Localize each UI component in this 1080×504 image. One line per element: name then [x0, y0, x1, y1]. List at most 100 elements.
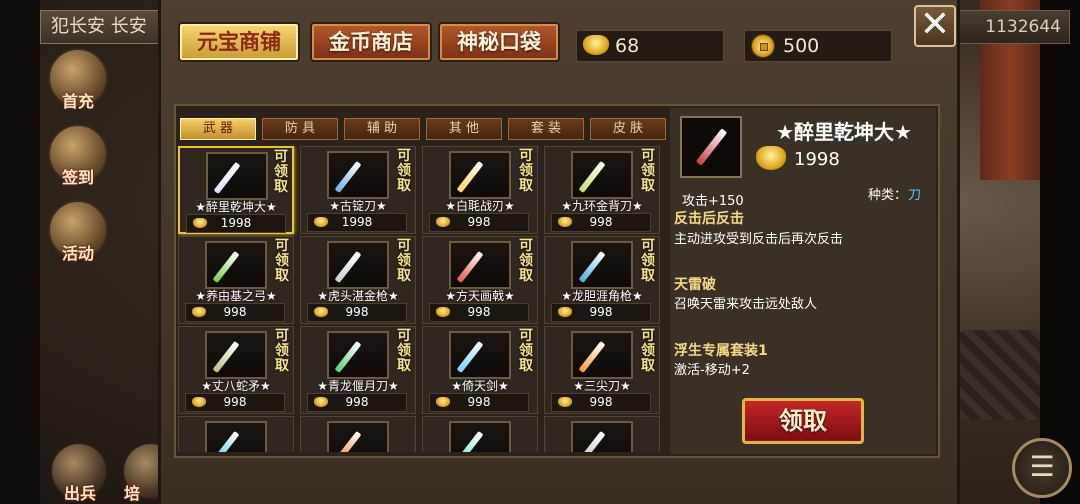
- weapon-icon: [456, 430, 484, 452]
- weapon-icon: [456, 250, 484, 284]
- item-card[interactable]: [544, 416, 660, 452]
- item-card[interactable]: 可领取 ★丈八蛇矛★ 998: [178, 326, 294, 414]
- weapon-icon: [212, 430, 240, 452]
- item-card[interactable]: 可领取 ★龙胆涯角枪★ 998: [544, 236, 660, 324]
- item-icon: [449, 421, 511, 452]
- subtab-skins[interactable]: 皮 肤: [590, 118, 666, 140]
- claim-button[interactable]: 领取: [742, 398, 864, 444]
- item-price: 998: [551, 213, 651, 232]
- item-name: ★醉里乾坤大★: [195, 200, 277, 214]
- item-card[interactable]: 可领取 ★白毦战刃★ 998: [422, 146, 538, 234]
- item-icon: [449, 241, 511, 289]
- item-price: 998: [429, 303, 529, 322]
- item-price-value: 998: [589, 305, 613, 319]
- item-icon: [205, 421, 267, 452]
- gold-ingot-icon: [436, 217, 450, 227]
- item-card[interactable]: 可领取 ★养由基之弓★ 998: [178, 236, 294, 324]
- item-price-value: 998: [223, 305, 247, 319]
- currency-display: 1132644: [950, 10, 1070, 44]
- item-price: 998: [307, 393, 407, 412]
- detail-type-value: 刀: [908, 188, 922, 203]
- gold-coin-icon: [751, 34, 775, 58]
- weapon-icon: [456, 340, 484, 374]
- background-crates: [960, 330, 1040, 420]
- item-icon: [327, 421, 389, 452]
- gold-ingot-icon: [436, 307, 450, 317]
- item-price: 998: [307, 303, 407, 322]
- item-card[interactable]: [422, 416, 538, 452]
- item-price-value: 998: [467, 305, 491, 319]
- detail-attack-stat: 攻击+150: [682, 194, 744, 209]
- gold-ingot-icon: [314, 397, 328, 407]
- item-price-value: 1998: [341, 215, 373, 229]
- right-edge: [1040, 0, 1080, 504]
- item-card[interactable]: 可领取 ★三尖刀★ 998: [544, 326, 660, 414]
- gold-ingot-icon: [314, 307, 328, 317]
- item-price: 1998: [186, 214, 286, 233]
- item-icon: [571, 331, 633, 379]
- close-icon[interactable]: ✕: [914, 5, 956, 47]
- list-icon[interactable]: ☰: [1012, 438, 1072, 498]
- item-price-value: 998: [589, 215, 613, 229]
- item-price: 998: [429, 393, 529, 412]
- coin-balance: 500: [744, 30, 892, 62]
- coin-balance-value: 500: [783, 35, 820, 57]
- item-price: 998: [185, 393, 285, 412]
- item-price-value: 1998: [220, 216, 252, 230]
- weapon-icon: [212, 340, 240, 374]
- item-icon: [205, 331, 267, 379]
- item-card[interactable]: 可领取 ★醉里乾坤大★ 1998: [178, 146, 294, 234]
- detail-price-value: 1998: [794, 149, 840, 170]
- detail-item-icon: [680, 116, 742, 178]
- item-name: ★倚天剑★: [451, 379, 509, 393]
- deploy-label: 出兵: [63, 484, 96, 503]
- item-price-value: 998: [467, 215, 491, 229]
- skill1-desc: 主动进攻受到反击后再次反击: [674, 232, 844, 247]
- item-card[interactable]: 可领取 ★青龙偃月刀★ 998: [300, 326, 416, 414]
- claim-available-tag: 可领取: [519, 328, 533, 374]
- item-icon: [205, 241, 267, 289]
- gold-ingot-icon: [756, 146, 786, 170]
- subtab-sets[interactable]: 套 装: [508, 118, 584, 140]
- gold-ingot-icon: [558, 307, 572, 317]
- item-price: 998: [429, 213, 529, 232]
- tab-coin-shop[interactable]: 金币商店: [310, 22, 432, 62]
- item-name: ★九环金背刀★: [561, 199, 643, 213]
- first-recharge-label: 首充: [61, 92, 94, 111]
- item-card[interactable]: 可领取 ★虎头湛金枪★ 998: [300, 236, 416, 324]
- item-card[interactable]: [300, 416, 416, 452]
- subtab-armor[interactable]: 防 具: [262, 118, 338, 140]
- gold-ingot-icon: [193, 218, 207, 228]
- claim-available-tag: 可领取: [519, 238, 533, 284]
- gold-ingot-icon: [314, 217, 328, 227]
- gold-ingot-icon: [192, 397, 206, 407]
- item-card[interactable]: [178, 416, 294, 452]
- skill2-title: 天雷破: [674, 277, 716, 293]
- claim-available-tag: 可领取: [397, 148, 411, 194]
- item-price: 1998: [307, 213, 407, 232]
- subtab-other[interactable]: 其 他: [426, 118, 502, 140]
- item-card[interactable]: 可领取 ★九环金背刀★ 998: [544, 146, 660, 234]
- gold-ingot-icon: [192, 307, 206, 317]
- left-edge: [0, 0, 40, 504]
- detail-type-label: 种类：: [868, 188, 908, 203]
- item-icon: [571, 421, 633, 452]
- claim-available-tag: 可领取: [641, 148, 655, 194]
- subtab-weapons[interactable]: 武 器: [180, 118, 256, 140]
- weapon-icon: [334, 160, 362, 194]
- gold-ingot-icon: [558, 397, 572, 407]
- set-desc: 激活-移动+2: [674, 363, 750, 378]
- weapon-icon: [334, 250, 362, 284]
- item-icon: [327, 331, 389, 379]
- tab-mystery-bag[interactable]: 神秘口袋: [438, 22, 560, 62]
- tab-ingot-shop[interactable]: 元宝商铺: [178, 22, 300, 62]
- weapon-icon: [578, 430, 606, 452]
- weapon-icon: [456, 160, 484, 194]
- weapon-icon: [695, 128, 728, 166]
- subtab-accessories[interactable]: 辅 助: [344, 118, 420, 140]
- item-card[interactable]: 可领取 ★倚天剑★ 998: [422, 326, 538, 414]
- item-card[interactable]: 可领取 ★方天画戟★ 998: [422, 236, 538, 324]
- item-name: ★青龙偃月刀★: [317, 379, 399, 393]
- item-card[interactable]: 可领取 ★古锭刀★ 1998: [300, 146, 416, 234]
- sign-in-label: 签到: [61, 168, 94, 187]
